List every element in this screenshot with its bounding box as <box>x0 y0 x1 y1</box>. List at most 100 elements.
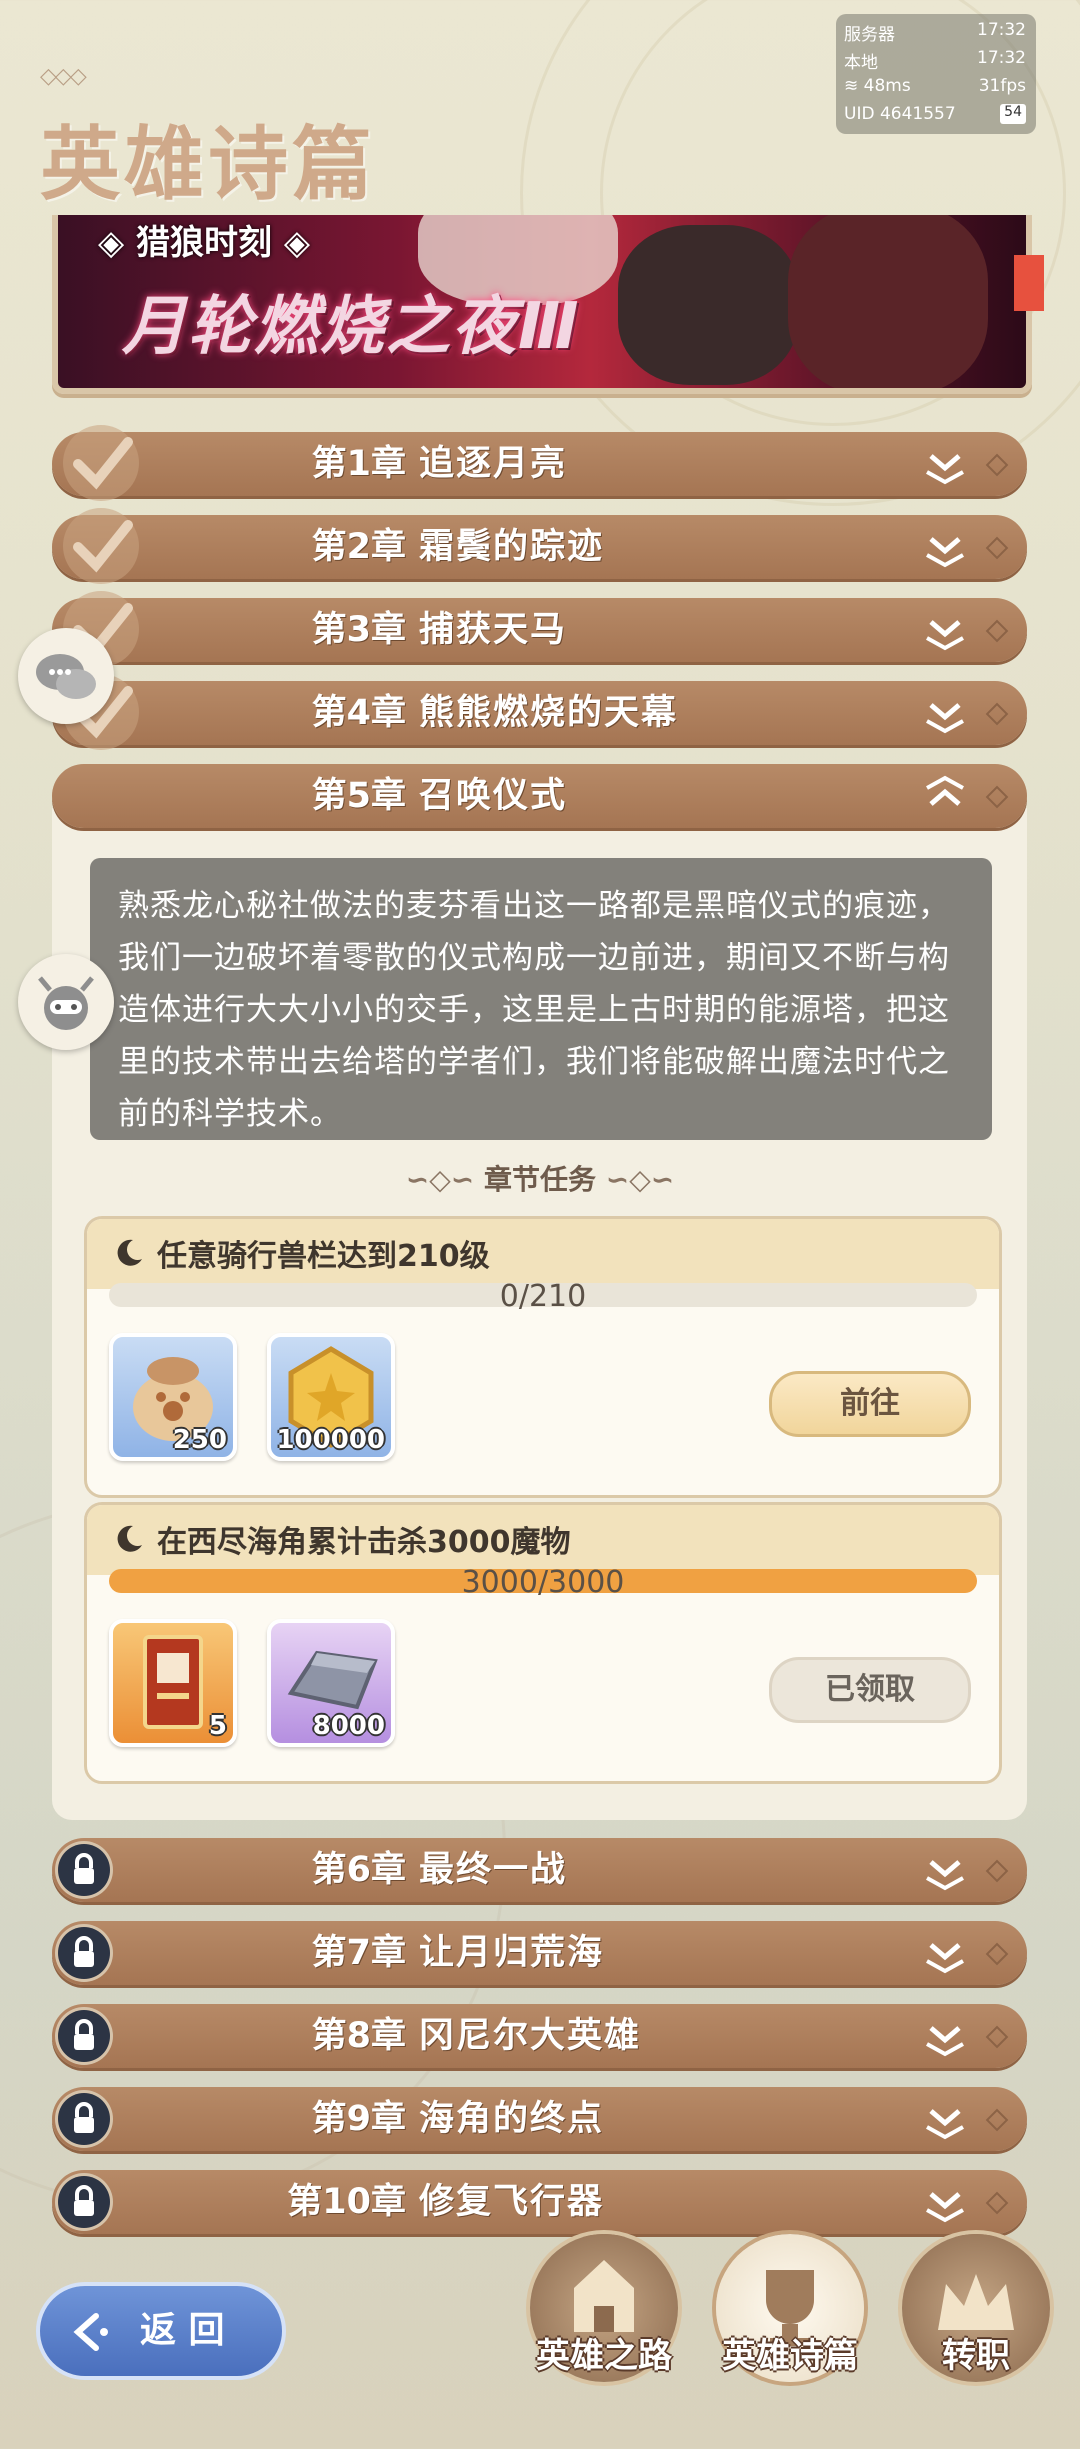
go-button[interactable]: 前往 <box>769 1371 971 1437</box>
reward-item[interactable]: 100000 <box>267 1333 395 1461</box>
chevron-down-icon <box>926 537 964 568</box>
reward-item[interactable]: 5 <box>109 1619 237 1747</box>
reward-quantity: 5 <box>208 1711 227 1741</box>
section-title: ∽◇∽ 章节任务 ∽◇∽ <box>0 1158 1080 1198</box>
chapter-name: 最终一战 <box>419 1850 568 1890</box>
chapter-number: 第10章 <box>287 2182 406 2222</box>
section-title-text: 章节任务 <box>483 1163 596 1196</box>
back-arrow-icon <box>73 2313 108 2351</box>
diamond-ornament <box>985 2025 1009 2049</box>
chapter-row-9[interactable]: 第9章 海角的终点 <box>52 2087 1027 2151</box>
diamond-ornament <box>985 2108 1009 2132</box>
chapter-number: 第8章 <box>311 2016 406 2056</box>
chevron-down-icon <box>926 1860 964 1891</box>
lock-icon <box>58 1927 110 1979</box>
task-card-1: 任意骑行兽栏达到210级 0/210 250 100000 前往 <box>84 1216 1002 1498</box>
chapter-row-1[interactable]: 第1章 追逐月亮 <box>52 425 1027 501</box>
chapter-row-6[interactable]: 第6章 最终一战 <box>52 1838 1027 1902</box>
diamond-ornament <box>985 702 1009 726</box>
banner-tag: ◈ 猎狼时刻 ◈ <box>98 223 310 263</box>
page-title: 英雄诗篇 <box>40 118 376 211</box>
diamond-ornament <box>985 453 1009 477</box>
chevron-down-icon <box>926 703 964 734</box>
task-name: 任意骑行兽栏达到210级 <box>157 1239 490 1274</box>
diamond-ornament <box>985 785 1009 809</box>
event-banner[interactable]: ◈ 猎狼时刻 ◈ 月轮燃烧之夜Ⅲ <box>52 215 1032 394</box>
status-overlay: 服务器 17:32 本地 17:32 ≋ 48ms 31fps UID 4641557… <box>836 14 1036 134</box>
chapter-name: 让月归荒海 <box>419 1933 605 1973</box>
chapter-row-7[interactable]: 第7章 让月归荒海 <box>52 1921 1027 1985</box>
chapter-number: 第3章 <box>311 610 406 650</box>
chapter-row-10[interactable]: 第10章 修复飞行器 <box>52 2170 1027 2234</box>
chevron-down-icon <box>926 2026 964 2057</box>
chapter-row-5[interactable]: 第5章 召唤仪式 <box>52 764 1027 828</box>
chapter-number: 第4章 <box>311 693 406 733</box>
reward-quantity: 250 <box>172 1425 227 1455</box>
diamond-ornament <box>985 619 1009 643</box>
diamond-ornament <box>985 2191 1009 2215</box>
ornament-left-icon: ∽◇∽ <box>405 1163 484 1196</box>
chapter-name: 召唤仪式 <box>419 776 568 816</box>
chevron-down-icon <box>926 2109 964 2140</box>
fps-value: 31fps <box>978 76 1026 96</box>
chapter-row-8[interactable]: 第8章 冈尼尔大英雄 <box>52 2004 1027 2068</box>
tab-hero-poem-label: 英雄诗篇 <box>722 2336 858 2376</box>
banner-character-art <box>618 225 798 385</box>
back-button[interactable]: 返 回 <box>36 2282 286 2380</box>
banner-character-art-2 <box>788 215 988 388</box>
claimed-button: 已领取 <box>769 1657 971 1723</box>
chapter-number: 第1章 <box>311 444 406 484</box>
banner-event-title: 月轮燃烧之夜Ⅲ <box>122 290 581 364</box>
chapter-name: 冈尼尔大英雄 <box>419 2016 642 2056</box>
diamond-ornament <box>985 1859 1009 1883</box>
banner-tag-text: 猎狼时刻 <box>135 223 272 263</box>
back-label: 返 回 <box>140 2310 225 2351</box>
chapter-name: 追逐月亮 <box>419 444 568 484</box>
chapter-description: 熟悉龙心秘社做法的麦芬看出这一路都是黑暗仪式的痕迹，我们一边破坏着零散的仪式构成… <box>90 858 992 1140</box>
moon-icon <box>117 1239 142 1266</box>
chapter-name: 修复飞行器 <box>419 2182 605 2222</box>
ping-value: ≋ 48ms <box>844 76 911 96</box>
chat-bubble-icon <box>36 654 96 699</box>
progress-text: 0/210 <box>499 1279 587 1314</box>
reward-quantity: 8000 <box>312 1711 385 1741</box>
banner-ribbon <box>1014 255 1044 311</box>
task-card-2: 在西尽海角累计击杀3000魔物 3000/3000 5 8000 已领取 <box>84 1502 1002 1784</box>
title-ornament: ◇◇◇ <box>40 64 87 89</box>
reward-item[interactable]: 8000 <box>267 1619 395 1747</box>
wifi-icon: ≋ <box>844 76 864 96</box>
local-label: 本地 <box>844 53 878 73</box>
check-icon <box>63 508 139 584</box>
chat-button[interactable] <box>18 628 114 724</box>
chapter-number: 第9章 <box>311 2099 406 2139</box>
local-time: 17:32 <box>977 48 1026 68</box>
chevron-down-icon <box>926 620 964 651</box>
lock-icon <box>58 2010 110 2062</box>
chapter-name: 捕获天马 <box>419 610 568 650</box>
server-label: 服务器 <box>844 25 895 45</box>
chapter-number: 第2章 <box>311 527 406 567</box>
chevron-down-icon <box>926 2192 964 2223</box>
chapter-number: 第6章 <box>311 1850 406 1890</box>
robot-icon <box>38 976 94 1030</box>
reward-item[interactable]: 250 <box>109 1333 237 1461</box>
battery-icon: 54 <box>1000 104 1026 124</box>
chapter-row-2[interactable]: 第2章 霜鬓的踪迹 <box>52 508 1027 584</box>
uid-label: UID 4641557 <box>844 104 956 124</box>
lock-icon <box>58 2176 110 2228</box>
chapter-row-3[interactable]: 第3章 捕获天马 <box>52 591 1027 667</box>
chapter-row-4[interactable]: 第4章 熊熊燃烧的天幕 <box>52 674 1027 750</box>
tab-hero-road-label: 英雄之路 <box>536 2336 672 2376</box>
chapter-name: 霜鬓的踪迹 <box>419 527 605 567</box>
lock-icon <box>58 1844 110 1896</box>
lock-icon <box>58 2093 110 2145</box>
chapter-number: 第5章 <box>311 776 406 816</box>
chevron-down-icon <box>926 454 964 485</box>
chevron-up-icon <box>926 775 964 806</box>
chapter-number: 第7章 <box>311 1933 406 1973</box>
chevron-down-icon <box>926 1943 964 1974</box>
diamond-ornament <box>985 536 1009 560</box>
ornament-right-icon: ∽◇∽ <box>605 1163 675 1196</box>
task-name: 在西尽海角累计击杀3000魔物 <box>157 1525 571 1560</box>
assistant-button[interactable] <box>18 954 114 1050</box>
